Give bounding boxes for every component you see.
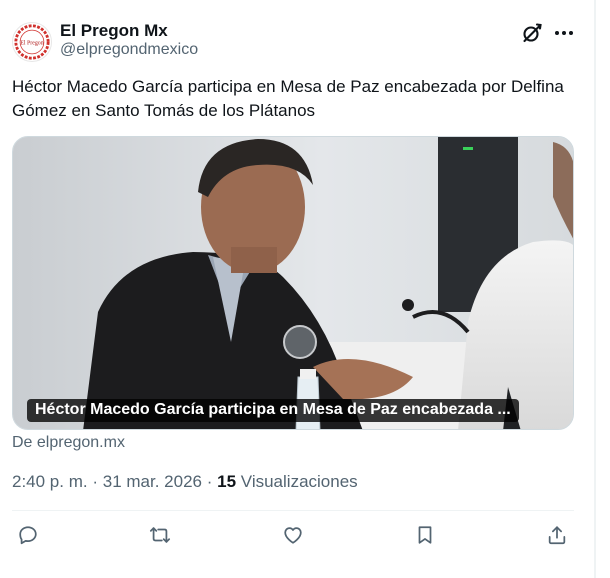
link-card-media[interactable]: Héctor Macedo García participa en Mesa d… <box>12 136 574 430</box>
bookmark-icon <box>418 526 432 544</box>
panel-border <box>594 0 596 578</box>
divider <box>12 510 574 511</box>
link-source[interactable]: De elpregon.mx <box>12 434 125 452</box>
like-icon <box>284 527 302 544</box>
tweet-card: El Pregon El Pregon Mx @elpregondmexico … <box>0 0 594 578</box>
author-handle[interactable]: @elpregondmexico <box>60 41 198 59</box>
reply-button[interactable] <box>13 520 43 550</box>
views-label: Visualizaciones <box>240 472 358 491</box>
avatar[interactable]: El Pregon <box>12 22 52 62</box>
avatar-logo: El Pregon <box>14 24 50 60</box>
bookmark-button[interactable] <box>410 520 440 550</box>
share-icon <box>548 526 566 545</box>
tweet-meta: 2:40 p. m. · 31 mar. 2026 · 15 Visualiza… <box>12 472 358 492</box>
tweet-date[interactable]: 31 mar. 2026 <box>103 472 202 491</box>
avatar-logo-text: El Pregon <box>20 40 43 46</box>
meta-separator: · <box>92 472 99 491</box>
author-display-name[interactable]: El Pregon Mx <box>60 21 168 41</box>
link-card-caption: Héctor Macedo García participa en Mesa d… <box>27 399 519 422</box>
grok-icon[interactable] <box>520 21 544 45</box>
tweet-time[interactable]: 2:40 p. m. <box>12 472 88 491</box>
share-button[interactable] <box>542 520 572 550</box>
retweet-icon <box>149 527 171 543</box>
more-icon[interactable] <box>553 21 575 45</box>
tweet-text: Héctor Macedo García participa en Mesa d… <box>12 77 564 120</box>
news-photo <box>13 137 573 429</box>
action-bar <box>0 520 594 550</box>
meta-separator: · <box>206 472 213 491</box>
reply-icon <box>19 526 37 545</box>
retweet-button[interactable] <box>145 520 175 550</box>
like-button[interactable] <box>278 520 308 550</box>
views-count: 15 <box>217 472 237 491</box>
